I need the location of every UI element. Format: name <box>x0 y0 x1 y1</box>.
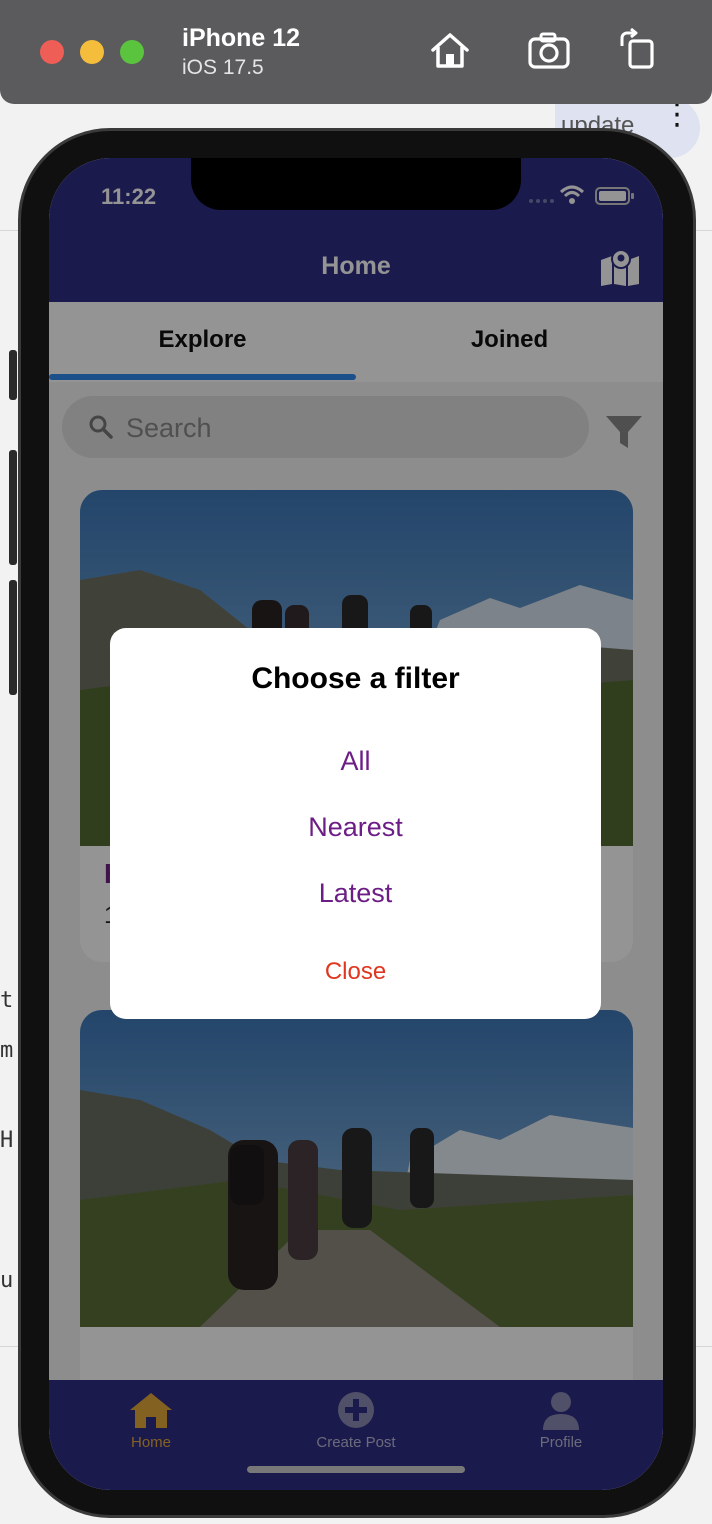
filter-dialog: Choose a filter All Nearest Latest Close <box>110 628 601 1019</box>
close-window-button[interactable] <box>40 40 64 64</box>
home-icon[interactable] <box>427 28 473 74</box>
rotate-icon[interactable] <box>616 28 662 74</box>
filter-option-latest[interactable]: Latest <box>110 878 601 909</box>
os-version: iOS 17.5 <box>182 56 264 79</box>
more-vertical-icon[interactable]: ⋮ <box>662 100 692 130</box>
code-line: u <box>0 1268 14 1293</box>
minimize-window-button[interactable] <box>80 40 104 64</box>
volume-up-button <box>9 450 17 565</box>
simulator-title-bar: iPhone 12 iOS 17.5 <box>0 0 712 104</box>
device-name: iPhone 12 <box>182 24 301 52</box>
code-line: t <box>0 988 14 1013</box>
code-line: m <box>0 1038 14 1063</box>
volume-down-button <box>9 580 17 695</box>
dialog-title: Choose a filter <box>251 662 460 695</box>
close-button[interactable]: Close <box>110 958 601 986</box>
screenshot-icon[interactable] <box>526 28 572 74</box>
notch <box>191 158 521 210</box>
zoom-window-button[interactable] <box>120 40 144 64</box>
filter-option-nearest[interactable]: Nearest <box>110 812 601 843</box>
code-line: H <box>0 1128 14 1153</box>
mute-switch <box>9 350 17 400</box>
filter-option-all[interactable]: All <box>110 746 601 777</box>
